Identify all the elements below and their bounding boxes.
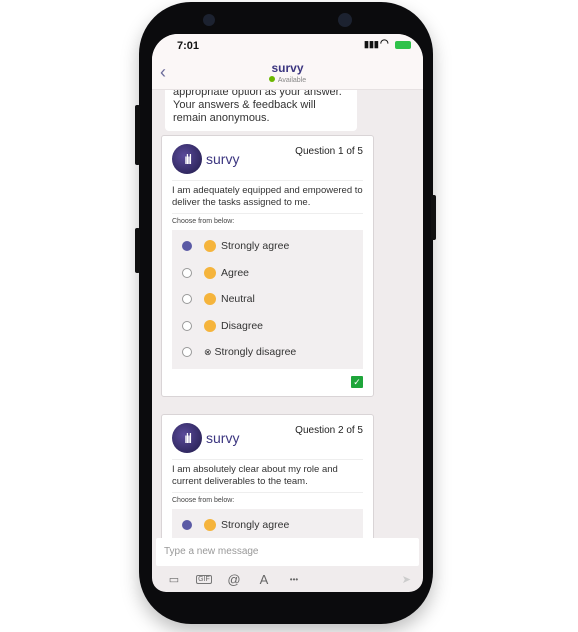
option-agree[interactable]: Agree xyxy=(172,260,363,287)
angry-emoji-icon: ⊗ xyxy=(204,346,212,357)
format-icon[interactable]: A xyxy=(256,572,272,587)
option-neutral[interactable]: Neutral xyxy=(172,286,363,313)
option-strongly-agree[interactable]: Strongly agree xyxy=(172,512,363,538)
presence-dot-icon xyxy=(268,76,275,82)
choose-label: Choose from below: xyxy=(172,218,235,225)
send-icon[interactable]: ➤ xyxy=(402,573,411,586)
smile-emoji-icon xyxy=(204,266,216,279)
choose-label: Choose from below: xyxy=(172,497,235,504)
intro-text-partial: appropriate option as your answer. xyxy=(173,90,342,98)
radio[interactable] xyxy=(182,320,192,331)
chat-area[interactable]: appropriate option as your answer. Your … xyxy=(152,90,423,538)
question-text: I am adequately equipped and empowered t… xyxy=(172,180,363,214)
signal-icon: ▮▮▮ xyxy=(364,39,379,49)
neutral-emoji-icon xyxy=(204,293,216,306)
image-icon[interactable]: ▭ xyxy=(166,573,182,586)
presence-status: Available xyxy=(152,76,423,84)
more-button[interactable]: ••• xyxy=(286,575,302,584)
option-label: Agree xyxy=(221,266,250,279)
phone-side-button xyxy=(135,105,140,165)
radio[interactable] xyxy=(182,294,192,305)
question-number: Question 2 of 5 xyxy=(295,425,363,436)
option-label: Strongly agree xyxy=(221,519,290,532)
intro-message: appropriate option as your answer. Your … xyxy=(165,90,357,131)
composer-toolbar: ▭ GIF @ A ••• ➤ xyxy=(152,566,423,592)
option-label: Strongly disagree xyxy=(214,346,297,359)
option-strongly-disagree[interactable]: ⊗ Strongly disagree xyxy=(172,339,363,366)
status-bar: 7:01 ▮▮▮ ◠ xyxy=(152,34,423,58)
gif-button[interactable]: GIF xyxy=(196,574,212,584)
option-label: Strongly agree xyxy=(221,240,290,253)
survy-logo-icon: ılıl xyxy=(172,144,202,174)
radio-selected[interactable] xyxy=(182,241,192,252)
grin-emoji-icon xyxy=(204,240,216,253)
check-icon: ✓ xyxy=(351,376,363,388)
battery-icon xyxy=(395,41,411,49)
survey-card: ılıl survy Question 1 of 5 I am adequatel… xyxy=(161,135,374,397)
option-strongly-agree[interactable]: Strongly agree xyxy=(172,233,363,260)
message-input[interactable]: Type a new message xyxy=(156,538,419,566)
option-label: Neutral xyxy=(221,293,255,306)
camera-icon xyxy=(338,13,352,27)
wifi-icon: ◠ xyxy=(380,38,389,49)
question-number: Question 1 of 5 xyxy=(295,146,363,157)
options-list: Strongly agree Agree Neutral Disagree ⊗ S… xyxy=(172,230,363,369)
radio[interactable] xyxy=(182,267,192,278)
grin-emoji-icon xyxy=(204,519,216,532)
camera-icon xyxy=(203,14,215,26)
brand-name: survy xyxy=(206,430,240,446)
presence-label: Available xyxy=(277,77,307,84)
brand-name: survy xyxy=(206,151,240,167)
message-placeholder: Type a new message xyxy=(164,546,259,557)
frown-emoji-icon xyxy=(204,319,216,332)
mention-button[interactable]: @ xyxy=(226,572,242,587)
screen: 7:01 ▮▮▮ ◠ ‹ survy Available appropriate… xyxy=(152,34,423,592)
survey-card: ılıl survy Question 2 of 5 I am absolutel… xyxy=(161,414,374,538)
radio[interactable] xyxy=(182,347,192,358)
phone-side-button xyxy=(431,195,436,240)
status-time: 7:01 xyxy=(177,40,200,52)
chat-header: ‹ survy Available xyxy=(152,58,423,90)
intro-text: Your answers & feedback will remain anon… xyxy=(173,99,316,124)
option-label: Disagree xyxy=(221,319,264,332)
options-list: Strongly agree xyxy=(172,509,363,538)
radio-selected[interactable] xyxy=(182,520,192,531)
survy-logo-icon: ılıl xyxy=(172,423,202,453)
phone-side-button xyxy=(135,228,140,273)
chat-title: survy xyxy=(271,61,304,75)
option-disagree[interactable]: Disagree xyxy=(172,313,363,340)
question-text: I am absolutely clear about my role and … xyxy=(172,459,363,493)
